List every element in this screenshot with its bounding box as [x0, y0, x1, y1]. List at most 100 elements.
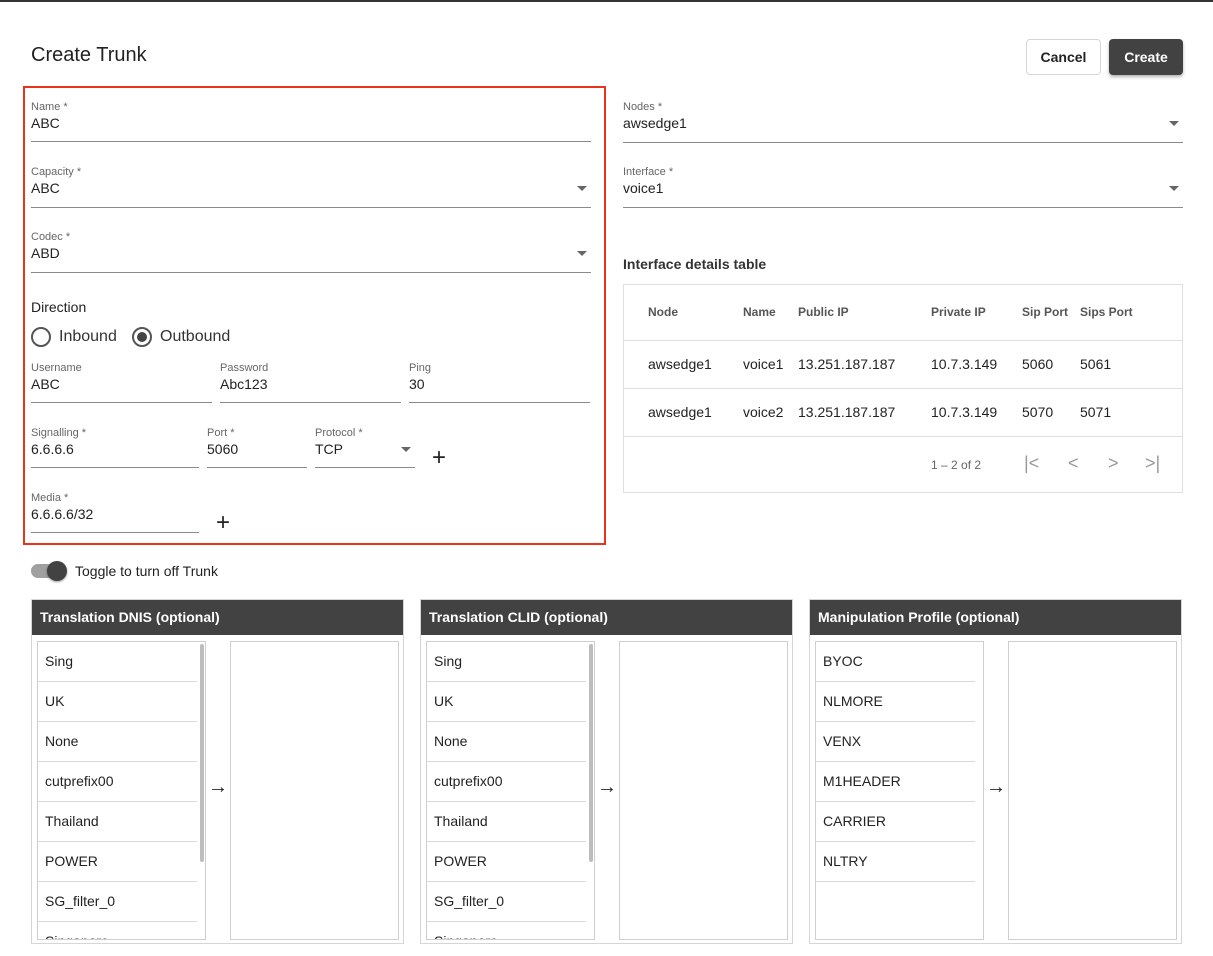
table-cell: 5071 [1080, 404, 1112, 420]
table-cell: 5061 [1080, 356, 1112, 372]
selected-list [230, 641, 399, 940]
password-label: Password [220, 362, 269, 374]
list-item[interactable]: BYOC [816, 642, 975, 682]
next-page-icon[interactable]: > [1108, 453, 1119, 474]
available-list: BYOC NLMORE VENX M1HEADER CARRIER NLTRY [815, 641, 984, 940]
list-item[interactable]: NLTRY [816, 842, 975, 882]
list-item[interactable]: Sing [38, 642, 197, 682]
column-header-name[interactable]: Name [743, 305, 776, 319]
table-cell: voice1 [743, 356, 784, 372]
dropdown-arrow-icon [577, 251, 587, 256]
list-item[interactable]: Singapore [38, 922, 197, 939]
port-field[interactable]: Port * 5060 [207, 427, 307, 468]
column-header-sips-port[interactable]: Sips Port [1080, 305, 1133, 319]
outbound-label: Outbound [160, 328, 231, 345]
selected-list [619, 641, 788, 940]
interface-details-table: Node Name Public IP Private IP Sip Port … [623, 284, 1183, 493]
media-label: Media * [31, 492, 69, 504]
inbound-label: Inbound [59, 328, 117, 345]
port-value: 5060 [207, 441, 239, 457]
interface-table-title: Interface details table [623, 256, 767, 272]
panel-title: Translation CLID (optional) [421, 600, 792, 635]
list-item[interactable]: SG_filter_0 [38, 882, 197, 922]
username-field[interactable]: Username ABC [31, 362, 212, 403]
list-item[interactable]: cutprefix00 [427, 762, 586, 802]
scrollbar[interactable] [589, 644, 593, 862]
add-media-icon[interactable]: + [216, 511, 230, 535]
first-page-icon[interactable]: |< [1024, 453, 1039, 474]
interface-label: Interface * [623, 166, 674, 178]
arrow-right-icon[interactable]: → [986, 776, 1006, 799]
list-item[interactable]: Thailand [38, 802, 197, 842]
password-value: Abc123 [220, 376, 268, 392]
list-item[interactable]: POWER [427, 842, 586, 882]
top-divider [0, 0, 1213, 2]
ping-label: Ping [409, 362, 432, 374]
list-item[interactable]: UK [38, 682, 197, 722]
media-value: 6.6.6.6/32 [31, 506, 94, 522]
interface-select[interactable]: Interface * voice1 [623, 166, 1183, 208]
create-button[interactable]: Create [1109, 39, 1183, 75]
password-field[interactable]: Password Abc123 [220, 362, 401, 403]
table-cell: awsedge1 [648, 356, 712, 372]
table-cell: 5060 [1022, 356, 1054, 372]
arrow-right-icon[interactable]: → [208, 776, 228, 799]
outbound-radio[interactable]: Outbound [132, 326, 230, 348]
media-field[interactable]: Media * 6.6.6.6/32 [31, 492, 199, 533]
name-value: ABC [31, 115, 60, 131]
table-cell: 13.251.187.187 [798, 356, 896, 372]
row-divider [624, 388, 1182, 389]
scrollbar[interactable] [200, 644, 204, 862]
direction-label: Direction [31, 299, 87, 315]
list-item[interactable]: CARRIER [816, 802, 975, 842]
list-item[interactable]: Sing [427, 642, 586, 682]
inbound-radio[interactable]: Inbound [31, 326, 117, 348]
ping-field[interactable]: Ping 30 [409, 362, 590, 403]
radio-checked-icon [132, 327, 152, 347]
trunk-toggle[interactable] [31, 561, 67, 581]
list-item[interactable]: cutprefix00 [38, 762, 197, 802]
list-item[interactable]: M1HEADER [816, 762, 975, 802]
column-header-private-ip[interactable]: Private IP [931, 305, 986, 319]
nodes-label: Nodes * [623, 101, 663, 113]
capacity-select[interactable]: Capacity * ABC [31, 166, 591, 208]
last-page-icon[interactable]: >| [1145, 453, 1160, 474]
list-item[interactable]: None [38, 722, 197, 762]
list-item[interactable]: SG_filter_0 [427, 882, 586, 922]
nodes-select[interactable]: Nodes * awsedge1 [623, 101, 1183, 143]
column-header-node[interactable]: Node [648, 305, 678, 319]
list-item[interactable]: POWER [38, 842, 197, 882]
codec-select[interactable]: Codec * ABD [31, 231, 591, 273]
available-list: Sing UK None cutprefix00 Thailand POWER SG_fil… [37, 641, 206, 940]
dropdown-arrow-icon [577, 186, 587, 191]
protocol-select[interactable]: Protocol * TCP [315, 427, 415, 468]
list-item[interactable]: NLMORE [816, 682, 975, 722]
port-label: Port * [207, 427, 235, 439]
signalling-value: 6.6.6.6 [31, 441, 74, 457]
add-signalling-icon[interactable]: + [432, 446, 446, 470]
list-item[interactable]: VENX [816, 722, 975, 762]
list-item[interactable]: UK [427, 682, 586, 722]
signalling-field[interactable]: Signalling * 6.6.6.6 [31, 427, 199, 468]
dropdown-arrow-icon [401, 447, 411, 452]
username-label: Username [31, 362, 82, 374]
arrow-right-icon[interactable]: → [597, 776, 617, 799]
panel-title: Manipulation Profile (optional) [810, 600, 1181, 635]
row-divider [624, 436, 1182, 437]
highlight-box [23, 86, 606, 545]
list-item[interactable]: Singapore [427, 922, 586, 939]
list-item[interactable]: Thailand [427, 802, 586, 842]
list-item[interactable]: None [427, 722, 586, 762]
prev-page-icon[interactable]: < [1068, 453, 1079, 474]
capacity-value: ABC [31, 180, 60, 196]
ping-value: 30 [409, 376, 425, 392]
name-field[interactable]: Name * ABC [31, 101, 591, 142]
column-header-sip-port[interactable]: Sip Port [1022, 305, 1068, 319]
name-label: Name * [31, 101, 68, 113]
column-header-public-ip[interactable]: Public IP [798, 305, 849, 319]
row-divider [624, 340, 1182, 341]
cancel-button[interactable]: Cancel [1026, 39, 1101, 75]
table-cell: 5070 [1022, 404, 1054, 420]
translation-clid-panel: Translation CLID (optional) Sing UK None cu… [420, 599, 793, 944]
dropdown-arrow-icon [1169, 186, 1179, 191]
